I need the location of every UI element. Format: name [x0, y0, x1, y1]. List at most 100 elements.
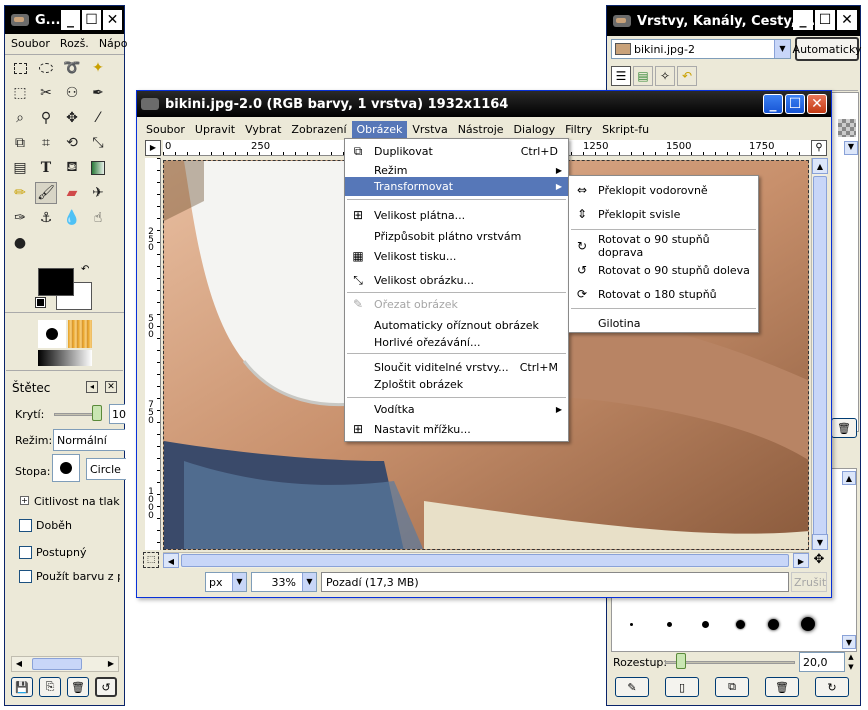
mode-select[interactable]: Normální [53, 429, 125, 451]
restore-options-button[interactable]: ⎘ [39, 677, 61, 697]
navigate-zoom-icon[interactable]: ⚲ [811, 140, 827, 156]
spacing-spin-icon[interactable]: ▲ ▼ [845, 652, 857, 672]
menu-upravit[interactable]: Upravit [190, 123, 240, 136]
auto-button[interactable]: Automaticky [793, 37, 861, 61]
menu-vrstva[interactable]: Vrstva [407, 123, 452, 136]
ink-icon[interactable]: ✑ [9, 207, 31, 229]
fg-bg-colors[interactable]: ↶ [35, 264, 98, 310]
blend-tool-icon[interactable] [87, 157, 109, 179]
clone-icon[interactable]: ⚓ [35, 207, 57, 229]
menu-item-transform[interactable]: Transformovat ▶ [345, 177, 568, 196]
swap-colors-icon[interactable]: ↶ [81, 264, 89, 275]
vscroll-thumb[interactable] [813, 176, 827, 536]
zoom-select[interactable]: 33% ▼ [251, 572, 317, 592]
menu-dialogy[interactable]: Dialogy [509, 123, 561, 136]
paths-tab-icon[interactable]: ✧ [655, 66, 675, 86]
toolbox-titlebar[interactable]: G... _ ☐ ✕ [5, 6, 124, 34]
move-icon[interactable]: ⁄ [87, 107, 109, 129]
pencil-icon[interactable]: ✏ [9, 182, 31, 204]
channels-tab-icon[interactable]: ▤ [633, 66, 653, 86]
chevron-down-icon[interactable]: ▼ [232, 573, 246, 591]
unit-select[interactable]: px ▼ [205, 572, 247, 592]
use-color-checkbox[interactable] [19, 570, 32, 583]
hscroll-thumb[interactable] [181, 554, 789, 567]
pressure-label[interactable]: Citlivost na tlak [34, 495, 120, 508]
menu-item-crop-image[interactable]: ✎ Ořezat obrázek [345, 294, 568, 314]
menu-napoveda[interactable]: Nápo [99, 37, 128, 50]
layers-scroll-down-icon[interactable]: ▼ [844, 141, 858, 155]
brush-dot[interactable] [801, 617, 815, 631]
menu-item-scale-image[interactable]: ⤡ Velikost obrázku... [345, 270, 568, 290]
menu-item-rotate-ccw[interactable]: ↺ Rotovat o 90 stupňů doleva [569, 260, 758, 280]
color-picker-icon[interactable]: ⌕ [9, 107, 31, 129]
brush-dot[interactable] [667, 622, 672, 627]
refresh-brushes-button[interactable]: ↻ [815, 677, 849, 697]
rotate-tool-icon[interactable]: ⟲ [61, 132, 83, 154]
menu-filtry[interactable]: Filtry [560, 123, 597, 136]
image-select[interactable]: bikini.jpg-2 ▼ [611, 39, 791, 59]
menu-item-flip-horizontal[interactable]: ⇔ Překlopit vodorovně [569, 180, 758, 200]
menu-item-zealous-crop[interactable]: Horlivé ořezávání... [345, 332, 568, 352]
menu-rozsireni[interactable]: Rozš. [60, 37, 89, 50]
pressure-expander-icon[interactable]: + [20, 496, 29, 505]
text-tool-icon[interactable]: T [35, 157, 57, 179]
delete-options-button[interactable]: 🗑 [67, 677, 89, 697]
brushes-scroll-down-icon[interactable]: ▼ [842, 635, 856, 649]
menu-obrazek[interactable]: Obrázek [351, 120, 408, 138]
vscroll-up-button[interactable]: ▲ [812, 158, 828, 174]
scroll-right-button[interactable]: ▶ [104, 657, 118, 671]
duplicate-brush-button[interactable]: ⧉ [715, 677, 749, 697]
menu-item-guides[interactable]: Vodítka ▶ [345, 399, 568, 419]
default-colors-icon[interactable] [35, 297, 46, 308]
dodge-burn-icon[interactable]: ● [9, 232, 31, 254]
brush-dot[interactable] [736, 620, 745, 629]
spacing-field[interactable]: 20,0 [799, 652, 845, 672]
shear-tool-icon[interactable]: ▤ [9, 157, 31, 179]
scissors-icon[interactable]: ✂ [35, 82, 57, 104]
brushes-scroll-up-icon[interactable]: ▲ [842, 471, 856, 485]
spacing-slider-thumb[interactable] [676, 653, 686, 669]
eraser-icon[interactable]: ▰ [61, 182, 83, 204]
chevron-down-icon[interactable]: ▼ [774, 40, 790, 58]
scroll-left-button[interactable]: ◀ [12, 657, 26, 671]
navigate-icon[interactable]: ✥ [811, 552, 827, 568]
vscroll-down-button[interactable]: ▼ [812, 534, 828, 550]
scroll-thumb[interactable] [32, 658, 82, 670]
layers-dock-titlebar[interactable]: Vrstvy, Kanály, Cesty, ... _ ☐ ✕ [607, 6, 860, 36]
blur-icon[interactable]: 💧 [61, 207, 83, 229]
ellipse-select-icon[interactable] [35, 57, 57, 79]
close-button[interactable]: ✕ [807, 94, 827, 114]
image-titlebar[interactable]: bikini.jpg-2.0 (RGB barvy, 1 vrstva) 193… [137, 91, 831, 117]
brush-dot[interactable] [630, 623, 633, 626]
pattern-preview[interactable] [68, 320, 92, 348]
menu-soubor[interactable]: Soubor [141, 123, 190, 136]
gradient-preview[interactable] [38, 350, 92, 366]
menu-item-rotate-cw[interactable]: ↻ Rotovat o 90 stupňů doprava [569, 233, 758, 259]
panel-close-icon[interactable]: ✕ [105, 381, 117, 393]
menu-item-fit-canvas[interactable]: Přizpůsobit plátno vrstvám [345, 226, 568, 246]
menu-arrow-button[interactable]: ▶ [145, 140, 161, 156]
rect-select-icon[interactable] [9, 57, 31, 79]
close-button[interactable]: ✕ [103, 10, 122, 30]
fade-checkbox[interactable] [19, 519, 32, 532]
maximize-button[interactable]: ☐ [82, 10, 101, 30]
free-select-icon[interactable]: ➰ [61, 57, 83, 79]
close-button[interactable]: ✕ [837, 10, 857, 30]
bucket-fill-icon[interactable]: ⛾ [61, 157, 83, 179]
color-select-icon[interactable]: ⬚ [9, 82, 31, 104]
delete-layer-button[interactable]: 🗑 [831, 418, 857, 438]
crop-tool-icon[interactable]: ⌗ [35, 132, 57, 154]
incremental-checkbox[interactable] [19, 546, 32, 559]
toolbox-hscrollbar[interactable]: ◀ ▶ [11, 656, 119, 672]
airbrush-icon[interactable]: ✈ [87, 182, 109, 204]
quick-mask-icon[interactable]: ⬚ [143, 552, 159, 568]
save-options-button[interactable]: 💾 [11, 677, 33, 697]
edit-brush-button[interactable]: ✎ [615, 677, 649, 697]
align-icon[interactable]: ⧉ [9, 132, 31, 154]
panel-menu-icon[interactable]: ◂ [86, 381, 98, 393]
brush-select-button[interactable] [52, 454, 80, 482]
fuzzy-select-icon[interactable]: ✦ [87, 57, 109, 79]
image-hscrollbar[interactable]: ◀ ▶ [163, 552, 809, 568]
foreground-color-swatch[interactable] [38, 268, 74, 296]
smudge-icon[interactable]: ☝ [87, 207, 109, 229]
